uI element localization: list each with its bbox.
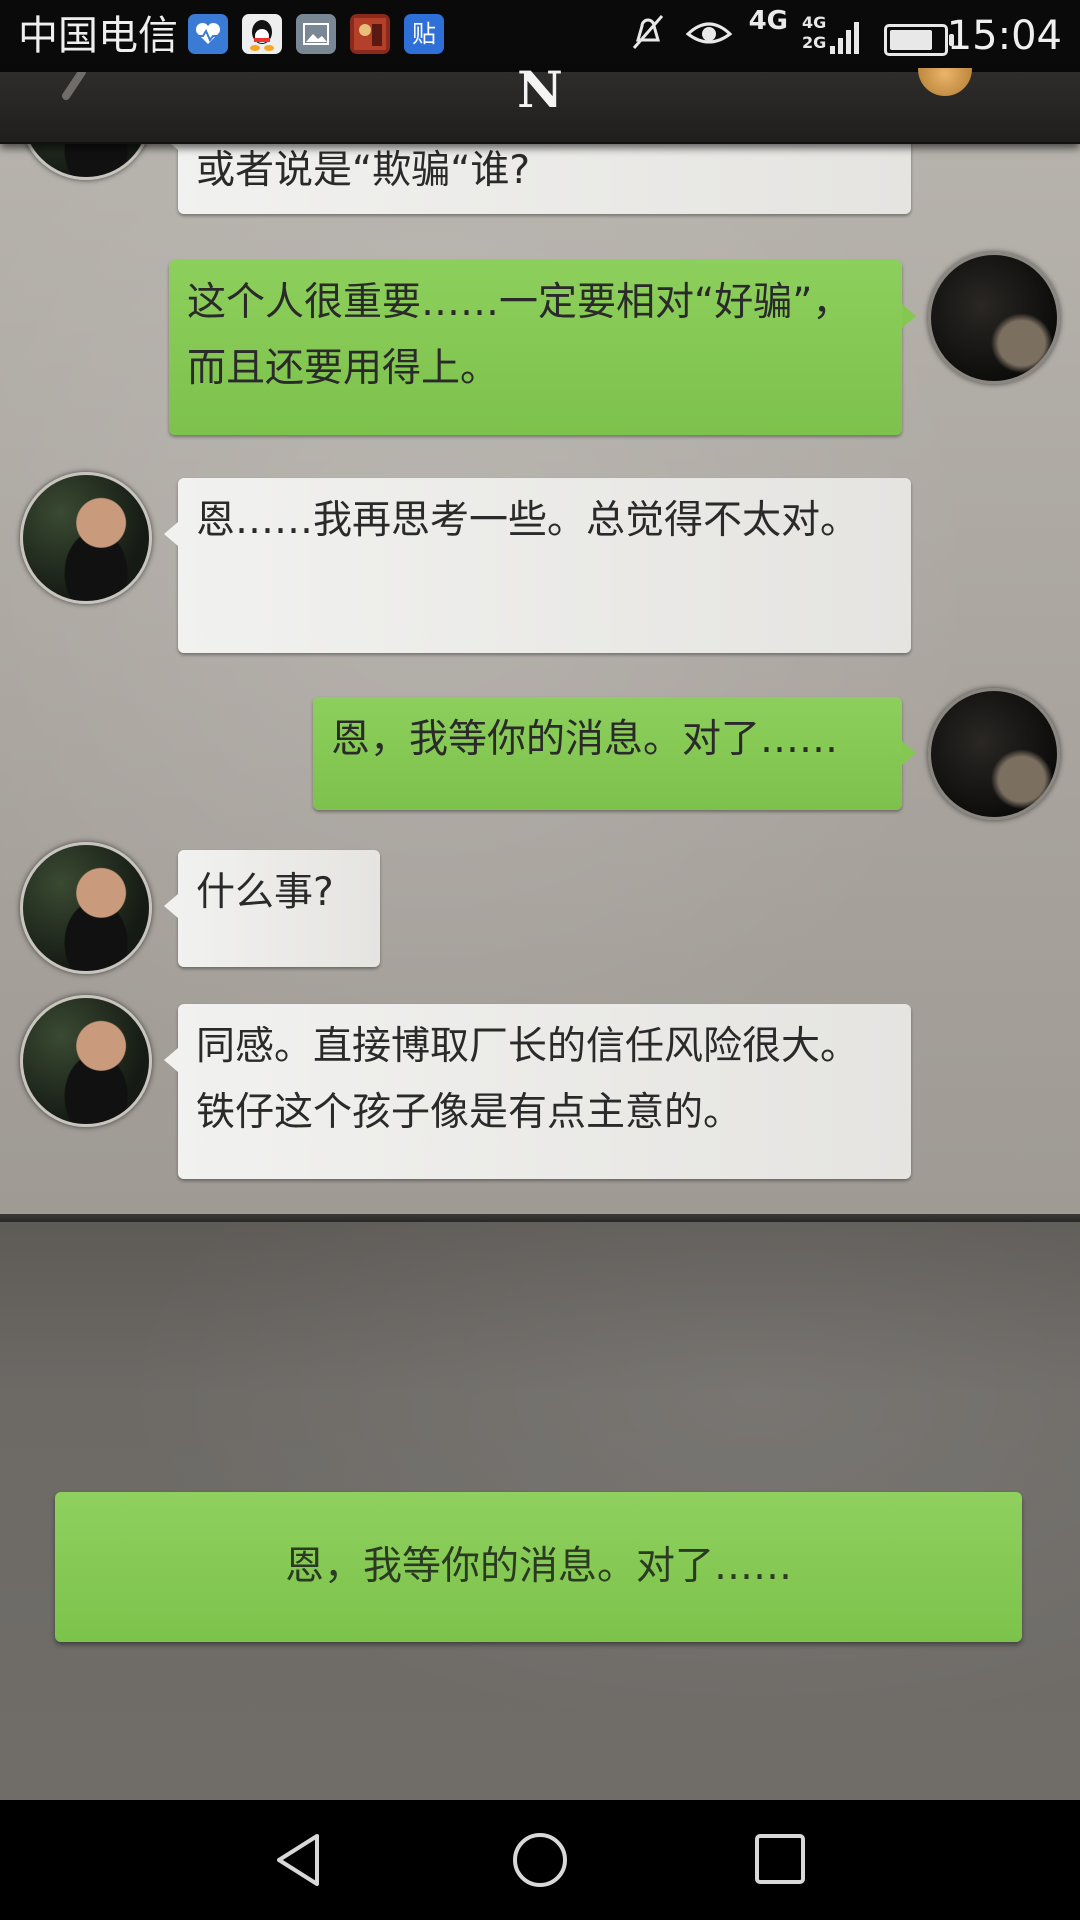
message-text: 恩，我等你的消息。对了…… (331, 717, 839, 762)
carrier-label: 中国电信 (18, 13, 178, 59)
screen: 中国电信 贴 4G 4G 2G 15:04 N 或者说是“欺骗“谁? 这个人很重… (0, 0, 1080, 1920)
nav-home-button[interactable] (505, 1830, 575, 1890)
message-text: 什么事? (196, 870, 334, 915)
svg-text:2G: 2G (802, 33, 826, 52)
avatar[interactable] (20, 842, 152, 974)
app-icon (350, 14, 390, 54)
avatar[interactable] (928, 252, 1060, 384)
clock: 15:04 (946, 13, 1062, 59)
battery-icon (884, 24, 954, 56)
avatar[interactable] (928, 688, 1060, 820)
message-bubble-incoming[interactable]: 什么事? (164, 850, 380, 967)
signal-icon: 4G 2G (802, 10, 868, 66)
navigation-bar (0, 1800, 1080, 1920)
recents-square-icon (755, 1834, 805, 1884)
message-bubble-outgoing[interactable]: 恩，我等你的消息。对了…… (313, 697, 916, 810)
qq-icon (242, 14, 282, 54)
avatar[interactable] (20, 995, 152, 1127)
avatar[interactable] (20, 472, 152, 604)
network-type-label: 4G (748, 6, 788, 36)
nav-back-button[interactable] (265, 1830, 335, 1890)
back-triangle-icon (277, 1834, 319, 1886)
message-bubble-incoming[interactable]: 恩……我再思考一些。总觉得不太对。 (164, 478, 911, 653)
message-text: 同感。直接博取厂长的信任风险很大。铁仔这个孩子像是有点主意的。 (196, 1024, 860, 1135)
message-bubble-incoming[interactable]: 或者说是“欺骗“谁? (164, 142, 911, 214)
health-icon (188, 14, 228, 54)
avatar[interactable] (20, 142, 152, 180)
chat-area[interactable]: 或者说是“欺骗“谁? 这个人很重要……一定要相对“好骗”，而且还要用得上。 恩…… (0, 142, 1080, 1222)
battery-level (890, 30, 932, 50)
message-text: 恩……我再思考一些。总觉得不太对。 (196, 498, 860, 543)
message-bubble-outgoing[interactable]: 这个人很重要……一定要相对“好骗”，而且还要用得上。 (169, 260, 916, 435)
message-bubble-incoming[interactable]: 同感。直接博取厂长的信任风险很大。铁仔这个孩子像是有点主意的。 (164, 1004, 911, 1179)
message-text: 这个人很重要……一定要相对“好骗”，而且还要用得上。 (187, 280, 852, 391)
chat-header: N (0, 60, 1080, 144)
reply-panel: 恩，我等你的消息。对了…… (0, 1222, 1080, 1800)
tieba-icon: 贴 (404, 14, 444, 54)
reply-option-button[interactable]: 恩，我等你的消息。对了…… (55, 1492, 1022, 1642)
svg-text:4G: 4G (802, 13, 826, 32)
message-text: 或者说是“欺骗“谁? (196, 148, 531, 193)
nav-recents-button[interactable] (745, 1830, 815, 1890)
home-circle-icon (513, 1833, 567, 1887)
gallery-icon (296, 14, 336, 54)
